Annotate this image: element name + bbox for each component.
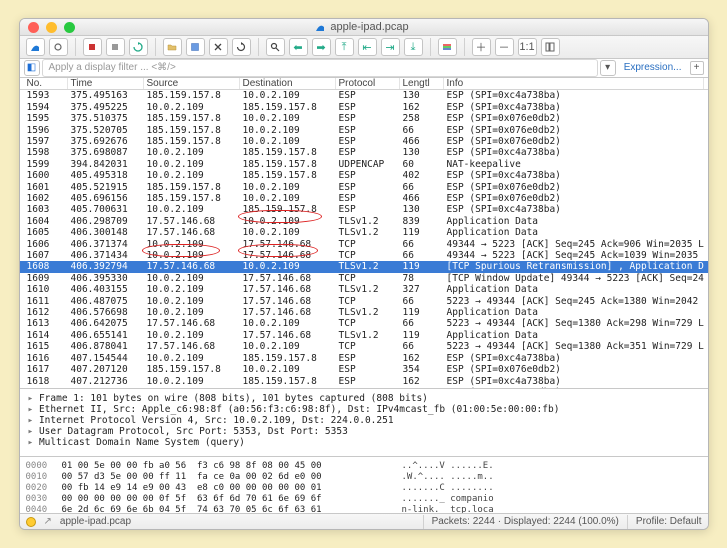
restart-capture-icon[interactable] <box>129 38 148 56</box>
packet-row[interactable]: 1615406.87804117.57.146.6810.0.2.109TCP6… <box>20 341 708 352</box>
status-profile-label[interactable]: Profile: Default <box>636 516 702 527</box>
detail-tree-row[interactable]: User Datagram Protocol, Src Port: 5353, … <box>28 426 700 437</box>
go-first-icon[interactable]: ⇤ <box>358 38 377 56</box>
save-file-icon[interactable] <box>186 38 205 56</box>
filter-expression-button[interactable]: Expression... <box>618 62 688 73</box>
go-last-icon[interactable]: ⇥ <box>381 38 400 56</box>
packet-row[interactable]: 1605406.30014817.57.146.6810.0.2.109TLSv… <box>20 227 708 238</box>
shark-fin-icon[interactable] <box>26 38 45 56</box>
packet-row[interactable]: 1612406.57669810.0.2.10917.57.146.68TLSv… <box>20 307 708 318</box>
column-header[interactable]: Protocol <box>336 78 400 89</box>
resize-columns-icon[interactable] <box>541 38 560 56</box>
open-file-icon[interactable] <box>163 38 182 56</box>
main-toolbar: ⬅ ➡ ⤒ ⇤ ⇥ ⤓ ＋ － 1:1 <box>20 36 708 58</box>
packet-row[interactable]: 1619407.234414185.159.157.810.0.2.109ESP… <box>20 387 708 388</box>
packet-row[interactable]: 1611406.48707510.0.2.10917.57.146.68TCP6… <box>20 296 708 307</box>
close-file-icon[interactable] <box>209 38 228 56</box>
filter-add-button[interactable]: + <box>690 61 704 75</box>
capture-options-icon[interactable] <box>49 38 68 56</box>
status-packets-label: Packets: 2244 · Displayed: 2244 (100.0%) <box>432 516 619 527</box>
detail-tree-row[interactable]: Multicast Domain Name System (query) <box>28 437 700 448</box>
packet-row[interactable]: 1597375.692676185.159.157.810.0.2.109ESP… <box>20 136 708 147</box>
reload-icon[interactable] <box>232 38 251 56</box>
packet-row[interactable]: 1602405.696156185.159.157.810.0.2.109ESP… <box>20 193 708 204</box>
shark-fin-icon <box>315 22 325 32</box>
packet-row[interactable]: 1600405.49531810.0.2.109185.159.157.8ESP… <box>20 170 708 181</box>
packet-row[interactable]: 1599394.84203110.0.2.109185.159.157.8UDP… <box>20 159 708 170</box>
packet-row[interactable]: 1613406.64207517.57.146.6810.0.2.109TCP6… <box>20 318 708 329</box>
detail-tree-row[interactable]: Frame 1: 101 bytes on wire (808 bits), 1… <box>28 393 700 404</box>
packet-details-pane[interactable]: Frame 1: 101 bytes on wire (808 bits), 1… <box>20 388 708 456</box>
jump-to-icon[interactable]: ⤒ <box>335 38 354 56</box>
go-forward-icon[interactable]: ➡ <box>312 38 331 56</box>
column-header[interactable]: Destination <box>240 78 336 89</box>
packet-row[interactable]: 1616407.15454410.0.2.109185.159.157.8ESP… <box>20 353 708 364</box>
column-header[interactable]: No. <box>24 78 68 89</box>
display-filter-input[interactable]: Apply a display filter ... <⌘/> <box>42 59 598 77</box>
packet-row[interactable]: 1601405.521915185.159.157.810.0.2.109ESP… <box>20 182 708 193</box>
zoom-out-icon[interactable]: － <box>495 38 514 56</box>
column-header[interactable]: Info <box>444 78 704 89</box>
window-title: apple-ipad.pcap <box>82 21 643 33</box>
zoom-reset-icon[interactable]: 1:1 <box>518 38 537 56</box>
column-header[interactable]: Time <box>68 78 144 89</box>
close-icon[interactable] <box>28 22 39 33</box>
packet-row[interactable]: 1596375.520705185.159.157.810.0.2.109ESP… <box>20 125 708 136</box>
packet-row[interactable]: 1607406.37143410.0.2.10917.57.146.68TCP6… <box>20 250 708 261</box>
packet-row[interactable]: 1609406.39533010.0.2.10917.57.146.68TCP7… <box>20 273 708 284</box>
packet-row[interactable]: 1594375.49522510.0.2.109185.159.157.8ESP… <box>20 102 708 113</box>
status-bar: ↗ apple-ipad.pcap Packets: 2244 · Displa… <box>20 513 708 529</box>
packet-list[interactable]: 1593375.495163185.159.157.810.0.2.109ESP… <box>20 90 708 388</box>
detail-tree-row[interactable]: Internet Protocol Version 4, Src: 10.0.2… <box>28 415 700 426</box>
filter-bookmark-icon[interactable]: ◧ <box>24 60 40 76</box>
packet-row[interactable]: 1610406.40315510.0.2.10917.57.146.68TLSv… <box>20 284 708 295</box>
minimize-icon[interactable] <box>46 22 57 33</box>
packet-row[interactable]: 1617407.207120185.159.157.810.0.2.109ESP… <box>20 364 708 375</box>
detail-tree-row[interactable]: Ethernet II, Src: Apple_c6:98:8f (a0:56:… <box>28 404 700 415</box>
filter-dropdown-icon[interactable]: ▾ <box>600 60 616 76</box>
colorize-icon[interactable] <box>438 38 457 56</box>
find-icon[interactable] <box>266 38 285 56</box>
titlebar: apple-ipad.pcap <box>20 19 708 36</box>
zoom-icon[interactable] <box>64 22 75 33</box>
packet-list-header[interactable]: No.TimeSourceDestinationProtocolLengtlIn… <box>20 78 708 91</box>
packet-row[interactable]: 1604406.29870917.57.146.6810.0.2.109TLSv… <box>20 216 708 227</box>
packet-row[interactable]: 1606406.37137410.0.2.10917.57.146.68TCP6… <box>20 239 708 250</box>
expert-info-icon[interactable] <box>26 517 36 527</box>
capture-file-properties-icon[interactable]: ↗ <box>44 516 52 527</box>
column-header[interactable]: Lengtl <box>400 78 444 89</box>
packet-row[interactable]: 1595375.510375185.159.157.810.0.2.109ESP… <box>20 113 708 124</box>
start-capture-icon[interactable] <box>83 38 102 56</box>
packet-row[interactable]: 1603405.70063110.0.2.109185.159.157.8ESP… <box>20 204 708 215</box>
packet-bytes-pane[interactable]: 000000100020003000400050 01 00 5e 00 00 … <box>20 456 708 513</box>
go-back-icon[interactable]: ⬅ <box>289 38 308 56</box>
packet-row[interactable]: 1614406.65514110.0.2.10917.57.146.68TLSv… <box>20 330 708 341</box>
status-file-label: apple-ipad.pcap <box>60 516 131 527</box>
stop-capture-icon[interactable] <box>106 38 125 56</box>
column-header[interactable]: Source <box>144 78 240 89</box>
packet-row[interactable]: 1593375.495163185.159.157.810.0.2.109ESP… <box>20 90 708 101</box>
packet-row[interactable]: 1608406.39279417.57.146.6810.0.2.109TLSv… <box>20 261 708 272</box>
packet-row[interactable]: 1598375.69808710.0.2.109185.159.157.8ESP… <box>20 147 708 158</box>
packet-row[interactable]: 1618407.21273610.0.2.109185.159.157.8ESP… <box>20 376 708 387</box>
display-filter-bar: ◧ Apply a display filter ... <⌘/> ▾ Expr… <box>20 59 708 78</box>
wireshark-window: apple-ipad.pcap ⬅ ➡ ⤒ ⇤ ⇥ ⤓ ＋ － 1:1 ◧ Ap… <box>19 18 709 530</box>
auto-scroll-icon[interactable]: ⤓ <box>404 38 423 56</box>
zoom-in-icon[interactable]: ＋ <box>472 38 491 56</box>
